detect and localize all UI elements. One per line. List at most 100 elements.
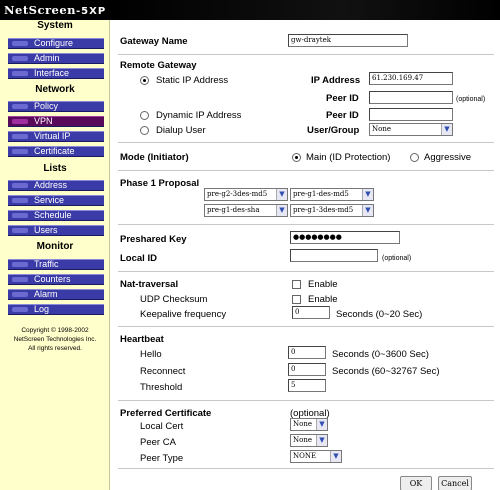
preshared-key-label: Preshared Key (120, 234, 187, 245)
sidebar-item-label: Virtual IP (34, 131, 71, 141)
phase1-proposal-select-4[interactable]: pre-g1-3des-md5 ▼ (290, 204, 374, 217)
divider (118, 326, 494, 327)
mode-main-radio[interactable] (292, 153, 301, 162)
select-value: pre-g1-3des-md5 (293, 206, 354, 214)
sidebar-item-interface[interactable]: Interface (8, 68, 104, 79)
peer-ca-select[interactable]: None ▼ (290, 434, 328, 447)
sidebar-item-label: Alarm (34, 289, 58, 299)
sidebar-item-label: Counters (34, 274, 71, 284)
mode-aggressive-label: Aggressive (424, 152, 471, 163)
sidebar-item-alarm[interactable]: Alarm (8, 289, 104, 300)
phase1-proposal-select-2[interactable]: pre-g1-des-md5 ▼ (290, 188, 374, 201)
mode-aggressive-radio[interactable] (410, 153, 419, 162)
divider (118, 170, 494, 171)
local-cert-label: Local Cert (140, 421, 184, 432)
preshared-key-input[interactable]: ●●●●●●●● (290, 231, 400, 244)
sidebar-item-label: Policy (34, 101, 59, 111)
sidebar-item-label: Address (34, 180, 68, 190)
chevron-down-icon: ▼ (316, 435, 327, 446)
divider (118, 224, 494, 225)
nav-bullet-icon (12, 213, 28, 218)
sidebar-item-traffic[interactable]: Traffic (8, 259, 104, 270)
nav-bullet-icon (12, 56, 28, 61)
nat-enable-label: Enable (308, 279, 338, 290)
chevron-down-icon: ▼ (276, 189, 287, 200)
select-value: None (372, 125, 391, 133)
sidebar-item-admin[interactable]: Admin (8, 53, 104, 64)
peer-type-select[interactable]: NONE ▼ (290, 450, 342, 463)
mode-main-label: Main (ID Protection) (306, 152, 391, 163)
nav-bullet-icon (12, 198, 28, 203)
phase1-proposal-select-1[interactable]: pre-g2-3des-md5 ▼ (204, 188, 288, 201)
select-value: NONE (293, 452, 317, 460)
static-ip-radio[interactable] (140, 76, 149, 85)
divider (118, 54, 494, 55)
chevron-down-icon: ▼ (276, 205, 287, 216)
nav-bullet-icon (12, 277, 28, 282)
sidebar-item-virtual-ip[interactable]: Virtual IP (8, 131, 104, 142)
sidebar-item-label: Interface (34, 68, 70, 78)
dialup-user-radio[interactable] (140, 126, 149, 135)
sidebar-item-users[interactable]: Users (8, 225, 104, 236)
nav-bullet-icon (12, 292, 28, 297)
local-id-optional-note: (optional) (382, 255, 412, 262)
threshold-input[interactable]: 5 (288, 379, 326, 392)
sidebar-item-label: Traffic (34, 259, 59, 269)
select-value: None (293, 420, 312, 428)
reconnect-input[interactable]: 0 (288, 363, 326, 376)
udp-checksum-checkbox[interactable] (292, 295, 301, 304)
select-value: None (293, 436, 312, 444)
gateway-name-input[interactable]: gw-draytek (288, 34, 408, 47)
sidebar-item-log[interactable]: Log (8, 304, 104, 315)
keepalive-input[interactable]: 0 (292, 306, 330, 319)
sidebar-item-label: Admin (34, 53, 60, 63)
sidebar-item-schedule[interactable]: Schedule (8, 210, 104, 221)
divider (118, 400, 494, 401)
chevron-down-icon: ▼ (316, 419, 327, 430)
keepalive-units: Seconds (0~20 Sec) (336, 309, 423, 320)
nav-bullet-icon (12, 262, 28, 267)
sidebar-item-configure[interactable]: Configure (8, 38, 104, 49)
brand-name: NetScreen (4, 3, 77, 17)
sidebar-item-service[interactable]: Service (8, 195, 104, 206)
sidebar-item-counters[interactable]: Counters (8, 274, 104, 285)
sidebar-item-label: Schedule (34, 210, 72, 220)
sidebar-section-network: Network (35, 84, 75, 95)
sidebar-item-certificate[interactable]: Certificate (8, 146, 104, 157)
nav-bullet-icon (12, 307, 28, 312)
sidebar-item-address[interactable]: Address (8, 180, 104, 191)
copyright-line: All rights reserved. (28, 345, 82, 352)
nav-bullet-icon (12, 134, 28, 139)
user-group-select[interactable]: None ▼ (369, 123, 453, 136)
dynamic-ip-radio[interactable] (140, 111, 149, 120)
hello-input[interactable]: 0 (288, 346, 326, 359)
local-id-input[interactable] (290, 249, 378, 262)
nav-bullet-icon (12, 71, 28, 76)
sidebar-item-label: Certificate (34, 146, 75, 156)
copyright-line: NetScreen Technologies Inc. (13, 336, 97, 343)
ip-address-label: IP Address (311, 75, 361, 86)
select-value: pre-g2-3des-md5 (207, 190, 268, 198)
sidebar-item-vpn[interactable]: VPN (8, 116, 104, 127)
sidebar-section-monitor: Monitor (36, 241, 74, 252)
ok-button[interactable]: OK (400, 476, 432, 490)
sidebar-section-lists: Lists (43, 163, 67, 174)
peer-id-input-2[interactable] (369, 108, 453, 121)
chevron-down-icon: ▼ (362, 205, 373, 216)
heartbeat-label: Heartbeat (120, 334, 164, 345)
phase1-proposal-label: Phase 1 Proposal (120, 178, 200, 189)
dynamic-ip-label: Dynamic IP Address (156, 110, 242, 121)
phase1-proposal-select-3[interactable]: pre-g1-des-sha ▼ (204, 204, 288, 217)
vpn-gateway-form: Gateway Name gw-draytek Remote Gateway S… (110, 20, 500, 490)
reconnect-units: Seconds (60~32767 Sec) (332, 366, 440, 377)
sidebar-section-system: System (37, 20, 73, 31)
peer-id-label-2: Peer ID (326, 110, 359, 121)
ip-address-input[interactable]: 61.230.169.47 (369, 72, 453, 85)
sidebar-item-policy[interactable]: Policy (8, 101, 104, 112)
hello-label: Hello (140, 349, 162, 360)
peer-id-input[interactable] (369, 91, 453, 104)
dialup-user-label: Dialup User (156, 125, 206, 136)
nat-traversal-checkbox[interactable] (292, 280, 301, 289)
cancel-button[interactable]: Cancel (438, 476, 472, 490)
local-cert-select[interactable]: None ▼ (290, 418, 328, 431)
